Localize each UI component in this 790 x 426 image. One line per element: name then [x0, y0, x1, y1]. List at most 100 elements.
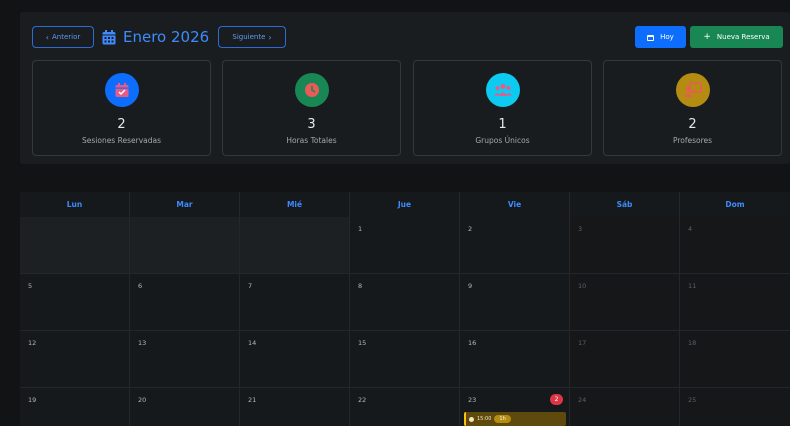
calendar-day-2[interactable]: 2: [460, 217, 570, 274]
booking-event[interactable]: 15:00 1h: [464, 412, 566, 426]
calendar-day-17[interactable]: 17: [570, 331, 680, 388]
day-number: 25: [688, 396, 697, 404]
stat-icon-circle: [485, 73, 520, 107]
clock-icon: [304, 83, 319, 97]
stat-label: Profesores: [672, 136, 713, 145]
day-number: 21: [248, 396, 257, 404]
calendar-day-7[interactable]: 7: [240, 274, 350, 331]
day-number: 11: [688, 282, 697, 290]
chevron-left-icon: ‹: [45, 32, 49, 42]
plus-icon: +: [703, 32, 711, 42]
day-number: 18: [688, 339, 697, 347]
weekday-mar: Mar: [130, 192, 240, 217]
day-number: 9: [468, 282, 473, 290]
calendar-cell-empty: [240, 217, 350, 274]
calendar-day-15[interactable]: 15: [350, 331, 460, 388]
calendar-check-icon: [115, 83, 128, 97]
day-number: 2: [468, 225, 473, 233]
calendar-day-22[interactable]: 22: [350, 388, 460, 426]
today-button[interactable]: Hoy: [635, 26, 686, 48]
calendar-day-19[interactable]: 19: [20, 388, 130, 426]
stat-label: Grupos Únicos: [475, 136, 530, 145]
day-number: 16: [468, 339, 477, 347]
day-number: 22: [358, 396, 367, 404]
event-count-badge: 2: [550, 394, 563, 405]
calendar-day-6[interactable]: 6: [130, 274, 240, 331]
weekday-lun: Lun: [20, 192, 130, 217]
new-booking-button[interactable]: + Nueva Reserva: [690, 26, 783, 48]
day-number: 20: [138, 396, 147, 404]
event-duration-badge: 1h: [494, 415, 511, 423]
calendar-day-24[interactable]: 24: [570, 388, 680, 426]
calendar-cell-empty: [20, 217, 130, 274]
stat-card-sessions: 2 Sesiones Reservadas: [32, 60, 211, 156]
month-title-text: Enero 2026: [123, 28, 210, 46]
stat-icon-circle: [675, 73, 710, 107]
calendar-day-4[interactable]: 4: [680, 217, 790, 274]
weekday-vie: Vie: [460, 192, 570, 217]
stat-card-groups: 1 Grupos Únicos: [413, 60, 592, 156]
calendar-day-10[interactable]: 10: [570, 274, 680, 331]
calendar-day-12[interactable]: 12: [20, 331, 130, 388]
calendar-day-21[interactable]: 21: [240, 388, 350, 426]
clock-icon: [469, 416, 474, 422]
stat-value: 3: [307, 117, 316, 132]
event-time: 15:00: [477, 416, 492, 422]
day-number: 13: [138, 339, 147, 347]
stat-card-hours: 3 Horas Totales: [222, 60, 401, 156]
day-number: 6: [138, 282, 143, 290]
day-number: 10: [578, 282, 587, 290]
next-month-button[interactable]: Siguiente ›: [218, 26, 286, 48]
calendar-day-25[interactable]: 25: [680, 388, 790, 426]
calendar-day-14[interactable]: 14: [240, 331, 350, 388]
calendar-day-23[interactable]: 23 2 15:00 1h: [460, 388, 570, 426]
calendar-day-9[interactable]: 9: [460, 274, 570, 331]
calendar-cell-empty: [130, 217, 240, 274]
stat-label: Sesiones Reservadas: [81, 136, 161, 145]
day-number: 3: [578, 225, 583, 233]
stat-icon-circle: [294, 73, 329, 107]
calendar-icon: [102, 29, 116, 44]
next-month-label: Siguiente: [232, 33, 266, 41]
previous-month-button[interactable]: ‹ Anterior: [32, 26, 94, 48]
day-number: 23: [468, 396, 477, 404]
weekday-sab: Sáb: [570, 192, 680, 217]
previous-month-label: Anterior: [51, 33, 81, 41]
teacher-icon: [683, 82, 702, 97]
day-number: 1: [358, 225, 363, 233]
day-number: 8: [358, 282, 363, 290]
calendar-day-16[interactable]: 16: [460, 331, 570, 388]
stat-value: 2: [688, 117, 697, 132]
stat-icon-circle: [104, 73, 139, 107]
day-number: 5: [28, 282, 33, 290]
calendar-day-1[interactable]: 1: [350, 217, 460, 274]
stat-card-teachers: 2 Profesores: [603, 60, 782, 156]
weekday-dom: Dom: [725, 200, 745, 209]
month-calendar: Lun Mar Mié Jue Vie Sáb Dom 1 2 3 4 5 6 …: [20, 192, 790, 426]
weekday-header: Lun Mar Mié Jue Vie Sáb Dom: [20, 192, 790, 217]
calendar-day-20[interactable]: 20: [130, 388, 240, 426]
day-number: 14: [248, 339, 257, 347]
day-number: 12: [28, 339, 37, 347]
stat-value: 2: [117, 117, 126, 132]
day-number: 4: [688, 225, 693, 233]
weekday-mie: Mié: [240, 192, 350, 217]
stat-label: Horas Totales: [286, 136, 337, 145]
day-number: 7: [248, 282, 253, 290]
weekday-jue: Jue: [350, 192, 460, 217]
chevron-right-icon: ›: [268, 32, 272, 42]
stat-value: 1: [498, 117, 507, 132]
page-title: Enero 2026: [102, 26, 209, 48]
calendar-day-11[interactable]: 11: [680, 274, 790, 331]
day-number: 24: [578, 396, 587, 404]
day-number: 17: [578, 339, 587, 347]
calendar-day-13[interactable]: 13: [130, 331, 240, 388]
new-booking-label: Nueva Reserva: [716, 33, 770, 41]
calendar-day-icon: [647, 34, 655, 41]
calendar-day-5[interactable]: 5: [20, 274, 130, 331]
calendar-day-8[interactable]: 8: [350, 274, 460, 331]
day-number: 19: [28, 396, 37, 404]
today-label: Hoy: [660, 33, 674, 41]
calendar-day-3[interactable]: 3: [570, 217, 680, 274]
calendar-day-18[interactable]: 18: [680, 331, 790, 388]
